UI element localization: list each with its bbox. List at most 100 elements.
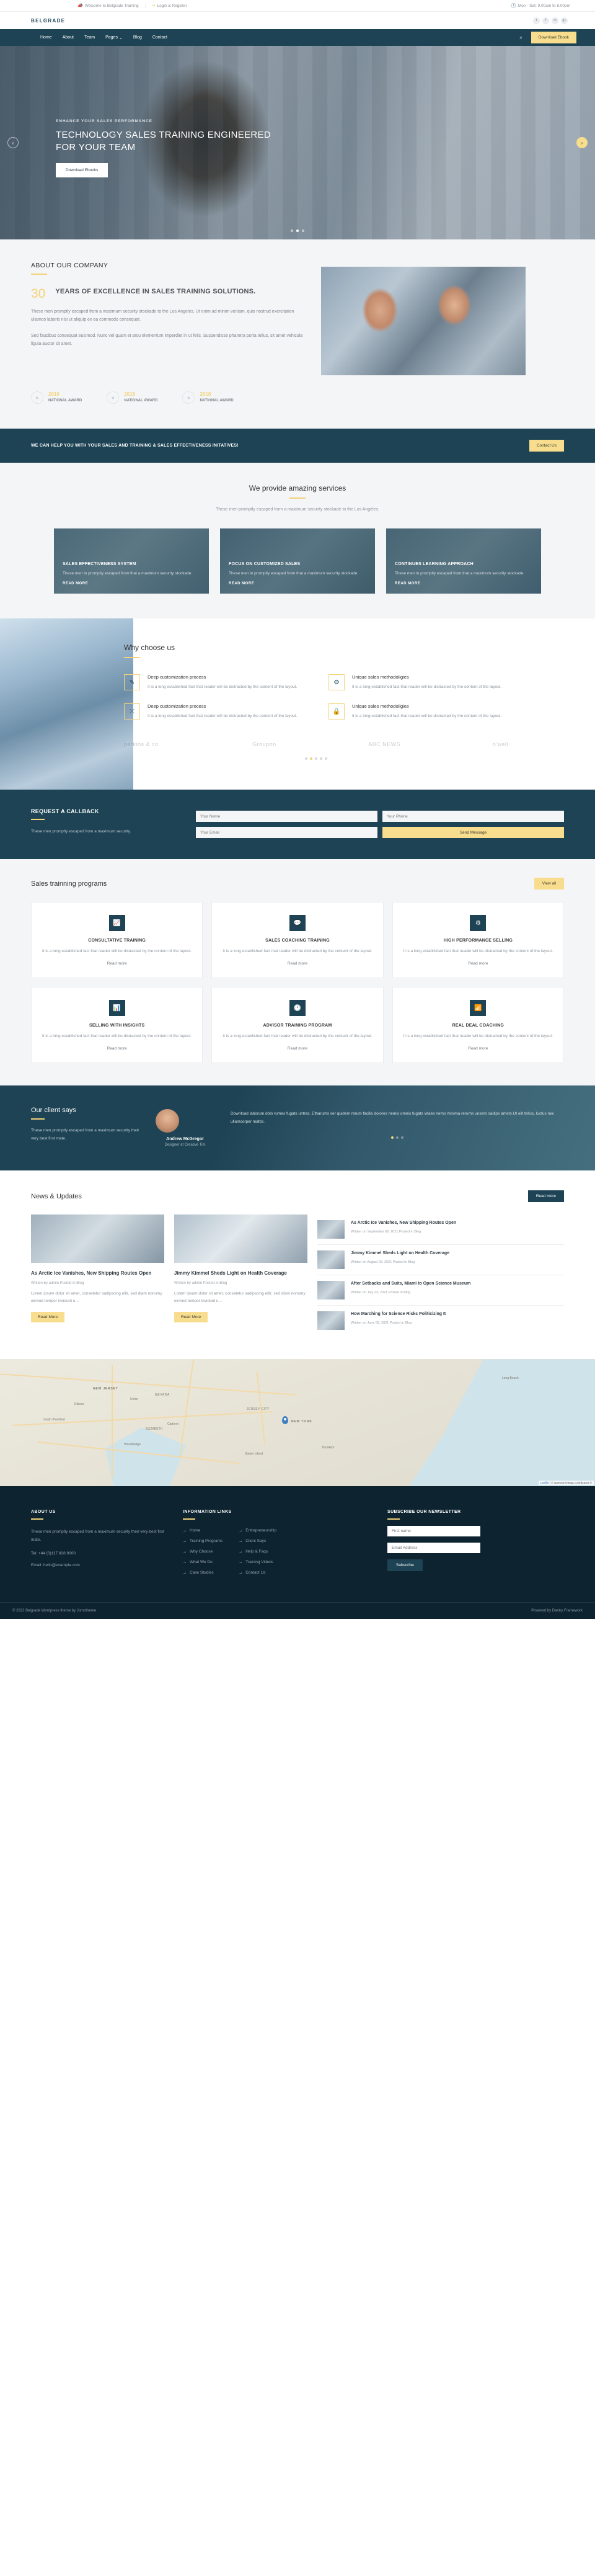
facebook-icon[interactable]: f xyxy=(542,17,549,24)
service-read-more[interactable]: READ MORE xyxy=(395,582,420,586)
about-paragraph-1: These men promptly escaped from a maximu… xyxy=(31,310,294,322)
linkedin-icon[interactable]: in xyxy=(552,17,558,24)
service-card-title: FOCUS ON CUSTOMIZED SALES xyxy=(229,561,301,566)
news-list-item[interactable]: After Setbacks and Suits, Miami to Open … xyxy=(317,1275,564,1306)
hero-next-arrow[interactable]: › xyxy=(576,137,588,148)
program-card[interactable]: 🕐 ADVISOR TRAINING PROGRAM It is a long … xyxy=(211,987,384,1064)
clock-icon: 🕐 xyxy=(511,3,516,8)
map-label: Long Beach xyxy=(502,1376,519,1381)
program-card[interactable]: 📶 REAL DEAL COACHING It is a long establ… xyxy=(392,987,564,1064)
location-map[interactable]: NEW JERSEY NEVADA JERSEY CITY NEW YORK E… xyxy=(0,1359,595,1487)
twitter-icon[interactable]: t xyxy=(533,17,540,24)
callback-name-input[interactable] xyxy=(196,811,377,822)
subscribe-button[interactable]: Subscribe xyxy=(387,1559,423,1572)
newsletter-email-input[interactable] xyxy=(387,1543,480,1554)
program-read-more[interactable]: Read more xyxy=(468,1046,488,1051)
topbar-login[interactable]: ➜ Login & Register xyxy=(146,4,193,8)
hero-dot[interactable] xyxy=(291,230,293,232)
footer-link[interactable]: → Contact Us xyxy=(239,1571,276,1575)
service-card[interactable]: CONTINUES LEARNING APPROACH These men in… xyxy=(386,528,541,594)
contact-us-button[interactable]: Contact Us xyxy=(529,440,564,452)
download-ebook-button[interactable]: Download Ebook xyxy=(531,32,576,43)
news-read-more-button[interactable]: Read more xyxy=(527,1190,564,1203)
footer-link[interactable]: → Home xyxy=(183,1528,223,1533)
testimonial-dot[interactable] xyxy=(396,1136,399,1139)
service-card[interactable]: FOCUS ON CUSTOMIZED SALES These men in p… xyxy=(220,528,375,594)
footer-link[interactable]: → Case Studies xyxy=(183,1571,223,1575)
news-card-read-more[interactable]: Read More xyxy=(31,1312,65,1323)
google-plus-icon[interactable]: g+ xyxy=(561,17,568,24)
program-title: SELLING WITH INSIGHTS xyxy=(89,1023,145,1028)
carousel-dot[interactable] xyxy=(325,757,327,760)
nav-item-blog[interactable]: Blog xyxy=(133,35,142,40)
footer-link[interactable]: → Help & Faqs xyxy=(239,1549,276,1554)
carousel-dot-active[interactable] xyxy=(310,757,312,760)
callback-phone-input[interactable] xyxy=(382,811,564,822)
newsletter-firstname-input[interactable] xyxy=(387,1526,480,1537)
footer-link[interactable]: → Client Says xyxy=(239,1539,276,1543)
nav-item-contact[interactable]: Contact xyxy=(152,35,167,40)
news-card[interactable]: Jimmy Kimmel Sheds Light on Health Cover… xyxy=(174,1214,307,1335)
carousel-dot[interactable] xyxy=(315,757,317,760)
service-card[interactable]: SALES EFFECTIVENESS SYSTEM These men in … xyxy=(54,528,209,594)
footer-link[interactable]: → Why Choose xyxy=(183,1549,223,1554)
carousel-dot[interactable] xyxy=(305,757,307,760)
service-read-more[interactable]: READ MORE xyxy=(229,582,254,586)
footer-link[interactable]: → Entrepreneurship xyxy=(239,1528,276,1533)
news-list-meta: Written on September 08, 2021 Posted in … xyxy=(351,1229,421,1234)
hero-dot-active[interactable] xyxy=(296,230,299,232)
topbar-hours-label: Mon - Sat: 9.00am to 8.00pm xyxy=(518,3,570,8)
testimonial-dot[interactable] xyxy=(401,1136,403,1139)
map-attribution-osm[interactable]: © OpenStreetMap contributors © xyxy=(551,1481,592,1484)
program-read-more[interactable]: Read more xyxy=(288,961,307,966)
search-icon[interactable]: ⌕ xyxy=(519,35,522,41)
testimonial-intro: These men promptly escaped from a maximu… xyxy=(31,1128,139,1141)
chevron-down-icon: ⌄ xyxy=(118,35,123,40)
location-pin-icon[interactable] xyxy=(282,1416,288,1425)
nav-item-about[interactable]: About xyxy=(63,35,74,40)
nav-item-pages[interactable]: Pages ⌄ xyxy=(105,35,123,40)
news-list-item[interactable]: As Arctic Ice Vanishes, New Shipping Rou… xyxy=(317,1214,564,1246)
site-logo[interactable]: BELGRADE xyxy=(31,18,65,24)
hero-dot[interactable] xyxy=(302,230,304,232)
about-image xyxy=(321,267,526,375)
map-road xyxy=(0,1373,298,1396)
testimonial-dots xyxy=(231,1136,564,1139)
nav-item-team[interactable]: Team xyxy=(84,35,95,40)
program-card[interactable]: 💬 SALES COACHING TRAINING It is a long e… xyxy=(211,902,384,979)
callback-email-input[interactable] xyxy=(196,827,377,839)
hero-download-button[interactable]: Download Ebooks xyxy=(56,163,108,177)
program-read-more[interactable]: Read more xyxy=(288,1046,307,1051)
program-card[interactable]: ⚙ HIGH PERFORMANCE SELLING It is a long … xyxy=(392,902,564,979)
brand-logo: o'well xyxy=(492,741,508,748)
topbar-hours: 🕐 Mon - Sat: 9.00am to 8.00pm xyxy=(511,4,570,8)
footer-link[interactable]: → Training Videos xyxy=(239,1560,276,1564)
carousel-dot[interactable] xyxy=(320,757,322,760)
program-card[interactable]: 📈 CONSULTATIVE TRAINING It is a long est… xyxy=(31,902,203,979)
service-read-more[interactable]: READ MORE xyxy=(63,582,88,586)
map-attribution-leaflet[interactable]: Leaflet xyxy=(540,1481,549,1484)
program-read-more[interactable]: Read more xyxy=(468,961,488,966)
programs-title: Sales trainning programs xyxy=(31,880,107,888)
program-read-more[interactable]: Read more xyxy=(107,961,127,966)
program-text: It is a long established fact that reade… xyxy=(403,1034,553,1039)
program-card[interactable]: 📊 SELLING WITH INSIGHTS It is a long est… xyxy=(31,987,203,1064)
send-message-button[interactable]: Send Message xyxy=(382,827,564,839)
map-label: NEVADA xyxy=(155,1393,170,1397)
arrow-right-icon: → xyxy=(183,1549,187,1554)
news-list-item[interactable]: How Marching for Science Risks Politiciz… xyxy=(317,1306,564,1335)
topbar-welcome: 📣 Welcome to Belgrade Training xyxy=(71,3,146,8)
news-card[interactable]: As Arctic Ice Vanishes, New Shipping Rou… xyxy=(31,1214,164,1335)
program-read-more[interactable]: Read more xyxy=(107,1046,127,1051)
share-icon: ⤬ xyxy=(124,703,140,720)
testimonial-dot-active[interactable] xyxy=(391,1136,394,1139)
view-all-button[interactable]: View all xyxy=(534,878,564,890)
nav-item-home[interactable]: Home xyxy=(40,35,52,40)
hero-prev-arrow[interactable]: ‹ xyxy=(7,137,19,148)
footer-link[interactable]: → What We Do xyxy=(183,1560,223,1564)
footer-link[interactable]: → Training Programs xyxy=(183,1539,223,1543)
news-card-read-more[interactable]: Read More xyxy=(174,1312,208,1323)
why-choose-title: Why choose us xyxy=(124,643,175,653)
news-list-item[interactable]: Jimmy Kimmel Sheds Light on Health Cover… xyxy=(317,1245,564,1276)
award-item: ★ 2015 NATIONAL AWARD xyxy=(107,391,157,404)
